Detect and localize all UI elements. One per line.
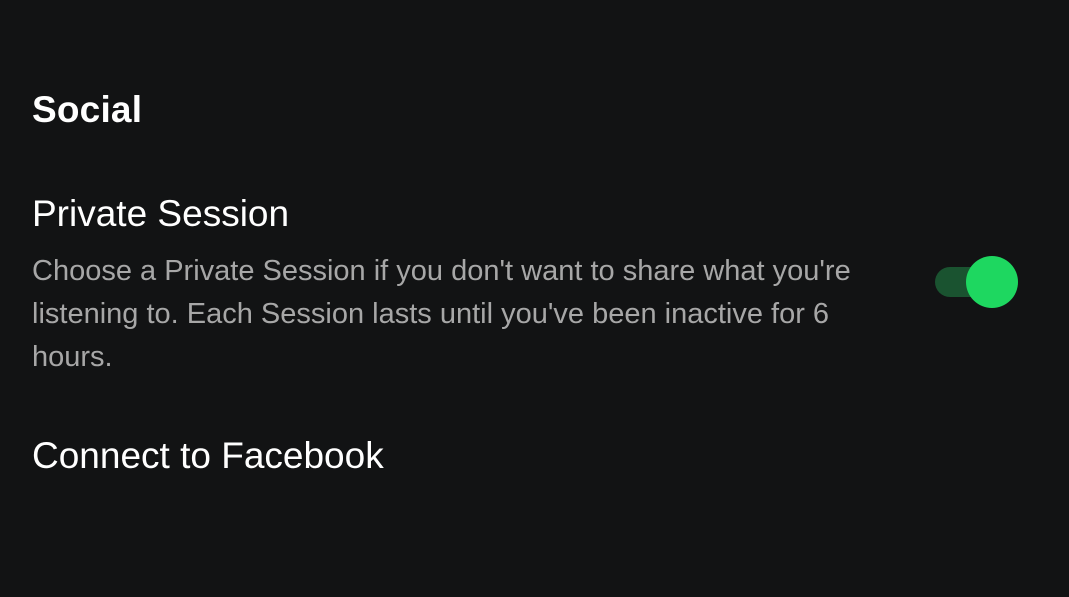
toggle-knob — [966, 256, 1018, 308]
private-session-description: Choose a Private Session if you don't wa… — [32, 255, 851, 373]
social-settings-screen: Social Private Session Choose a Private … — [0, 0, 1069, 597]
section-title-social: Social — [32, 89, 143, 130]
private-session-title: Private Session — [32, 193, 290, 234]
connect-to-facebook-link[interactable]: Connect to Facebook — [32, 434, 384, 478]
private-session-toggle[interactable] — [935, 256, 1019, 308]
private-session-setting: Private Session Choose a Private Session… — [32, 192, 1032, 382]
